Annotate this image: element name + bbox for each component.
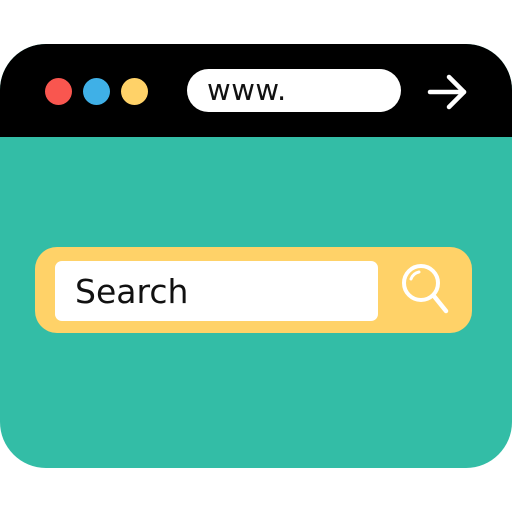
browser-window: www. Search — [0, 44, 512, 468]
maximize-button[interactable] — [121, 78, 148, 105]
search-input-text: Search — [75, 271, 189, 311]
arrow-right-icon[interactable] — [427, 72, 469, 112]
address-bar[interactable]: www. — [187, 69, 401, 112]
search-icon[interactable] — [399, 261, 451, 319]
search-bar: Search — [35, 247, 472, 333]
close-button[interactable] — [45, 78, 72, 105]
search-input[interactable]: Search — [55, 261, 378, 321]
address-text: www. — [207, 73, 287, 107]
title-bar: www. — [0, 44, 512, 137]
minimize-button[interactable] — [83, 78, 110, 105]
